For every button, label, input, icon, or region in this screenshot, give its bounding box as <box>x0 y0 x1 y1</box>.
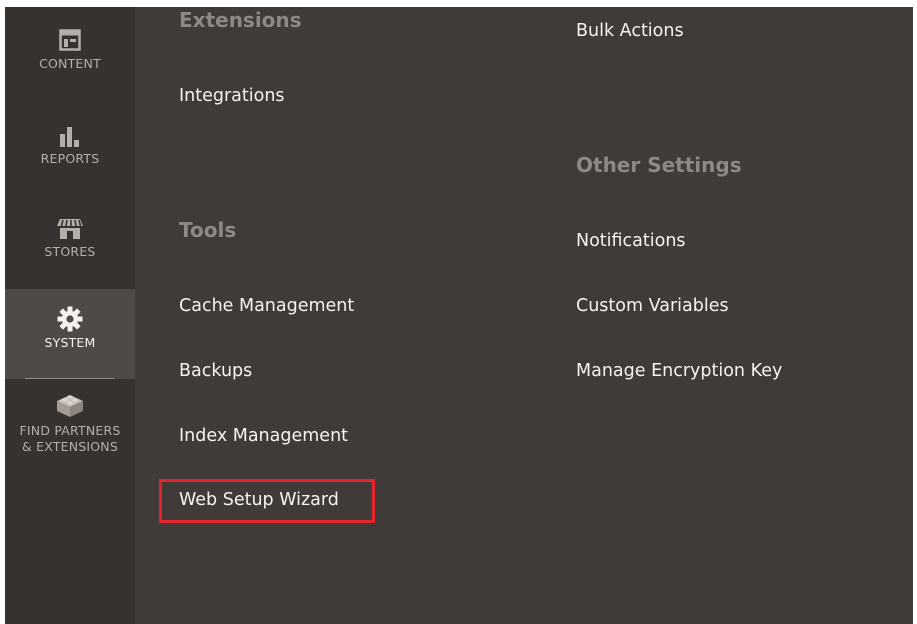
menu-link-backups[interactable]: Backups <box>179 361 252 381</box>
sidebar-item-reports[interactable]: REPORTS <box>5 125 135 167</box>
menu-link-integrations[interactable]: Integrations <box>179 86 285 106</box>
sidebar-item-label-line2: & EXTENSIONS <box>22 439 118 454</box>
section-title-extensions: Extensions <box>179 8 302 32</box>
sidebar-item-label: REPORTS <box>40 151 100 166</box>
sidebar-item-label: SYSTEM <box>44 335 96 350</box>
sidebar-item-content[interactable]: CONTENT <box>5 29 135 72</box>
menu-link-cache-management[interactable]: Cache Management <box>179 296 354 316</box>
section-title-tools: Tools <box>179 218 237 242</box>
active-indicator <box>25 378 115 379</box>
menu-link-bulk-actions[interactable]: Bulk Actions <box>576 21 684 41</box>
sidebar-item-system[interactable]: SYSTEM <box>5 289 135 379</box>
menu-link-index-management[interactable]: Index Management <box>179 426 348 446</box>
sidebar-item-find-partners[interactable]: FIND PARTNERS & EXTENSIONS <box>5 392 135 455</box>
stores-icon <box>57 219 83 239</box>
sidebar-item-label-line1: FIND PARTNERS <box>19 423 121 438</box>
content-icon <box>59 29 81 51</box>
menu-link-manage-encryption-key[interactable]: Manage Encryption Key <box>576 361 782 381</box>
menu-link-custom-variables[interactable]: Custom Variables <box>576 296 729 316</box>
reports-icon <box>60 127 79 147</box>
section-title-other-settings: Other Settings <box>576 153 742 177</box>
system-flyout-menu: Extensions Integrations Tools Cache Mana… <box>135 7 913 624</box>
sidebar-item-label: STORES <box>44 244 96 259</box>
admin-sidebar: CONTENT REPORTS STORES SYSTEM FIND PARTN… <box>5 7 135 624</box>
gear-icon <box>57 306 83 332</box>
menu-link-notifications[interactable]: Notifications <box>576 231 686 251</box>
admin-frame: CONTENT REPORTS STORES SYSTEM FIND PARTN… <box>5 7 913 624</box>
highlight-box <box>159 479 375 523</box>
lego-block-icon <box>57 395 83 417</box>
sidebar-item-stores[interactable]: STORES <box>5 218 135 260</box>
sidebar-item-label: CONTENT <box>39 56 101 71</box>
